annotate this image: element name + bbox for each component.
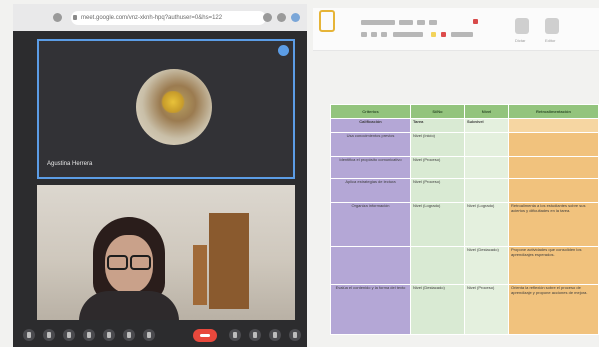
column-header: Retroalimentación — [508, 104, 599, 119]
table-cell[interactable]: Identifica el propósito comunicativo — [330, 156, 411, 179]
table-row: Nivel (Destacado) Propone actividades qu… — [330, 246, 599, 285]
table-cell[interactable]: Nivel (Proceso) — [410, 178, 465, 203]
camera-icon[interactable] — [43, 329, 55, 341]
style-tools[interactable] — [451, 32, 473, 37]
extension-icon[interactable] — [263, 13, 272, 22]
table-cell[interactable]: Retroalimenta a los estudiantes sobre su… — [508, 202, 599, 247]
editor-icon[interactable] — [545, 18, 559, 34]
table-cell[interactable]: Nivel (Proceso) — [464, 284, 509, 335]
table-cell[interactable] — [508, 118, 599, 133]
present-icon[interactable] — [123, 329, 135, 341]
table-cell[interactable]: Organiza información — [330, 202, 411, 247]
table-cell[interactable]: Orienta la reflexión sobre el proceso de… — [508, 284, 599, 335]
table-row: Usa conocimientos previos Nivel (Inicio) — [330, 132, 599, 157]
paragraph-tools[interactable] — [393, 32, 423, 37]
chat-icon[interactable] — [269, 329, 281, 341]
star-icon[interactable] — [277, 13, 286, 22]
table-cell[interactable] — [330, 246, 411, 285]
table-cell[interactable] — [410, 246, 465, 285]
dictate-label: Dictar — [515, 38, 526, 43]
table-row: Evalúa el contenido y la forma del texto… — [330, 284, 599, 335]
table-cell[interactable]: Nivel (Proceso) — [410, 156, 465, 179]
table-cell[interactable] — [464, 156, 509, 179]
table-header-row: Criterios Sí/No Nivel Retroalimentación — [330, 104, 599, 119]
tab-icon[interactable] — [53, 13, 62, 22]
people-icon[interactable] — [249, 329, 261, 341]
table-cell[interactable] — [464, 132, 509, 157]
table-row: Organiza información Nivel (Logrado) Niv… — [330, 202, 599, 247]
table-cell[interactable] — [508, 156, 599, 179]
shrink-font-icon[interactable] — [429, 20, 437, 25]
self-video — [79, 217, 179, 320]
clipboard-icon[interactable] — [319, 10, 335, 32]
emoji-icon[interactable] — [83, 329, 95, 341]
info-icon[interactable] — [229, 329, 241, 341]
profile-icon[interactable] — [291, 13, 300, 22]
call-controls — [13, 324, 307, 347]
table-cell[interactable]: Nivel (Logrado) — [410, 202, 465, 247]
editor-label: Editor — [545, 38, 556, 43]
captions-icon[interactable] — [63, 329, 75, 341]
table-cell[interactable]: Aplica estrategias de lectura — [330, 178, 411, 203]
table-cell[interactable]: Usa conocimientos previos — [330, 132, 411, 157]
participant-name: Agustina Herrera — [47, 161, 93, 167]
table-cell[interactable] — [508, 178, 599, 203]
table-row: Calificación Tarea Subnivel — [330, 118, 599, 133]
dictate-icon[interactable] — [515, 18, 529, 34]
grow-font-icon[interactable] — [417, 20, 425, 25]
document-ribbon: Dictar Editor — [313, 8, 599, 51]
italic-icon[interactable] — [371, 32, 377, 37]
end-call-button[interactable] — [193, 329, 217, 342]
activities-icon[interactable] — [289, 329, 301, 341]
table-cell[interactable] — [508, 132, 599, 157]
table-cell[interactable]: Nivel (Logrado) — [464, 202, 509, 247]
table-cell[interactable]: Tarea — [410, 118, 465, 133]
table-cell[interactable] — [464, 178, 509, 203]
column-header: Sí/No — [410, 104, 465, 119]
column-header: Nivel — [464, 104, 509, 119]
underline-icon[interactable] — [381, 32, 387, 37]
clear-format-icon[interactable] — [473, 19, 478, 24]
lock-icon — [73, 15, 77, 20]
highlight-icon[interactable] — [431, 32, 436, 37]
table-row: Aplica estrategias de lectura Nivel (Pro… — [330, 178, 599, 203]
more-icon[interactable] — [143, 329, 155, 341]
avatar — [136, 69, 212, 145]
table-cell[interactable]: Nivel (Inicio) — [410, 132, 465, 157]
hand-icon[interactable] — [103, 329, 115, 341]
font-family-select[interactable] — [361, 20, 395, 25]
cabinet — [193, 245, 207, 305]
meet-window: meet.google.com/vnz-xknh-hpq?authuser=0&… — [13, 4, 307, 347]
more-options-icon[interactable] — [278, 45, 289, 56]
bold-icon[interactable] — [361, 32, 367, 37]
flower-icon — [160, 91, 186, 113]
glasses — [107, 255, 151, 270]
mic-icon[interactable] — [23, 329, 35, 341]
body — [79, 291, 179, 320]
browser-toolbar: meet.google.com/vnz-xknh-hpq?authuser=0&… — [13, 4, 307, 31]
font-size-select[interactable] — [399, 20, 413, 25]
table-cell[interactable]: Nivel (Destacado) — [410, 284, 465, 335]
participant-tile-remote[interactable]: Agustina Herrera — [37, 39, 295, 179]
address-bar[interactable]: meet.google.com/vnz-xknh-hpq?authuser=0&… — [71, 11, 266, 25]
rubric-table: Criterios Sí/No Nivel Retroalimentación … — [330, 104, 599, 335]
table-cell[interactable]: Evalúa el contenido y la forma del texto — [330, 284, 411, 335]
bookshelf — [209, 213, 249, 309]
table-cell[interactable]: Subnivel — [464, 118, 509, 133]
table-cell[interactable]: Nivel (Destacado) — [464, 246, 509, 285]
table-cell[interactable]: Propone actividades que consoliden los a… — [508, 246, 599, 285]
font-color-icon[interactable] — [441, 32, 446, 37]
table-row: Identifica el propósito comunicativo Niv… — [330, 156, 599, 179]
column-header: Criterios — [330, 104, 411, 119]
participant-tile-self[interactable] — [37, 185, 295, 320]
table-cell[interactable]: Calificación — [330, 118, 411, 133]
